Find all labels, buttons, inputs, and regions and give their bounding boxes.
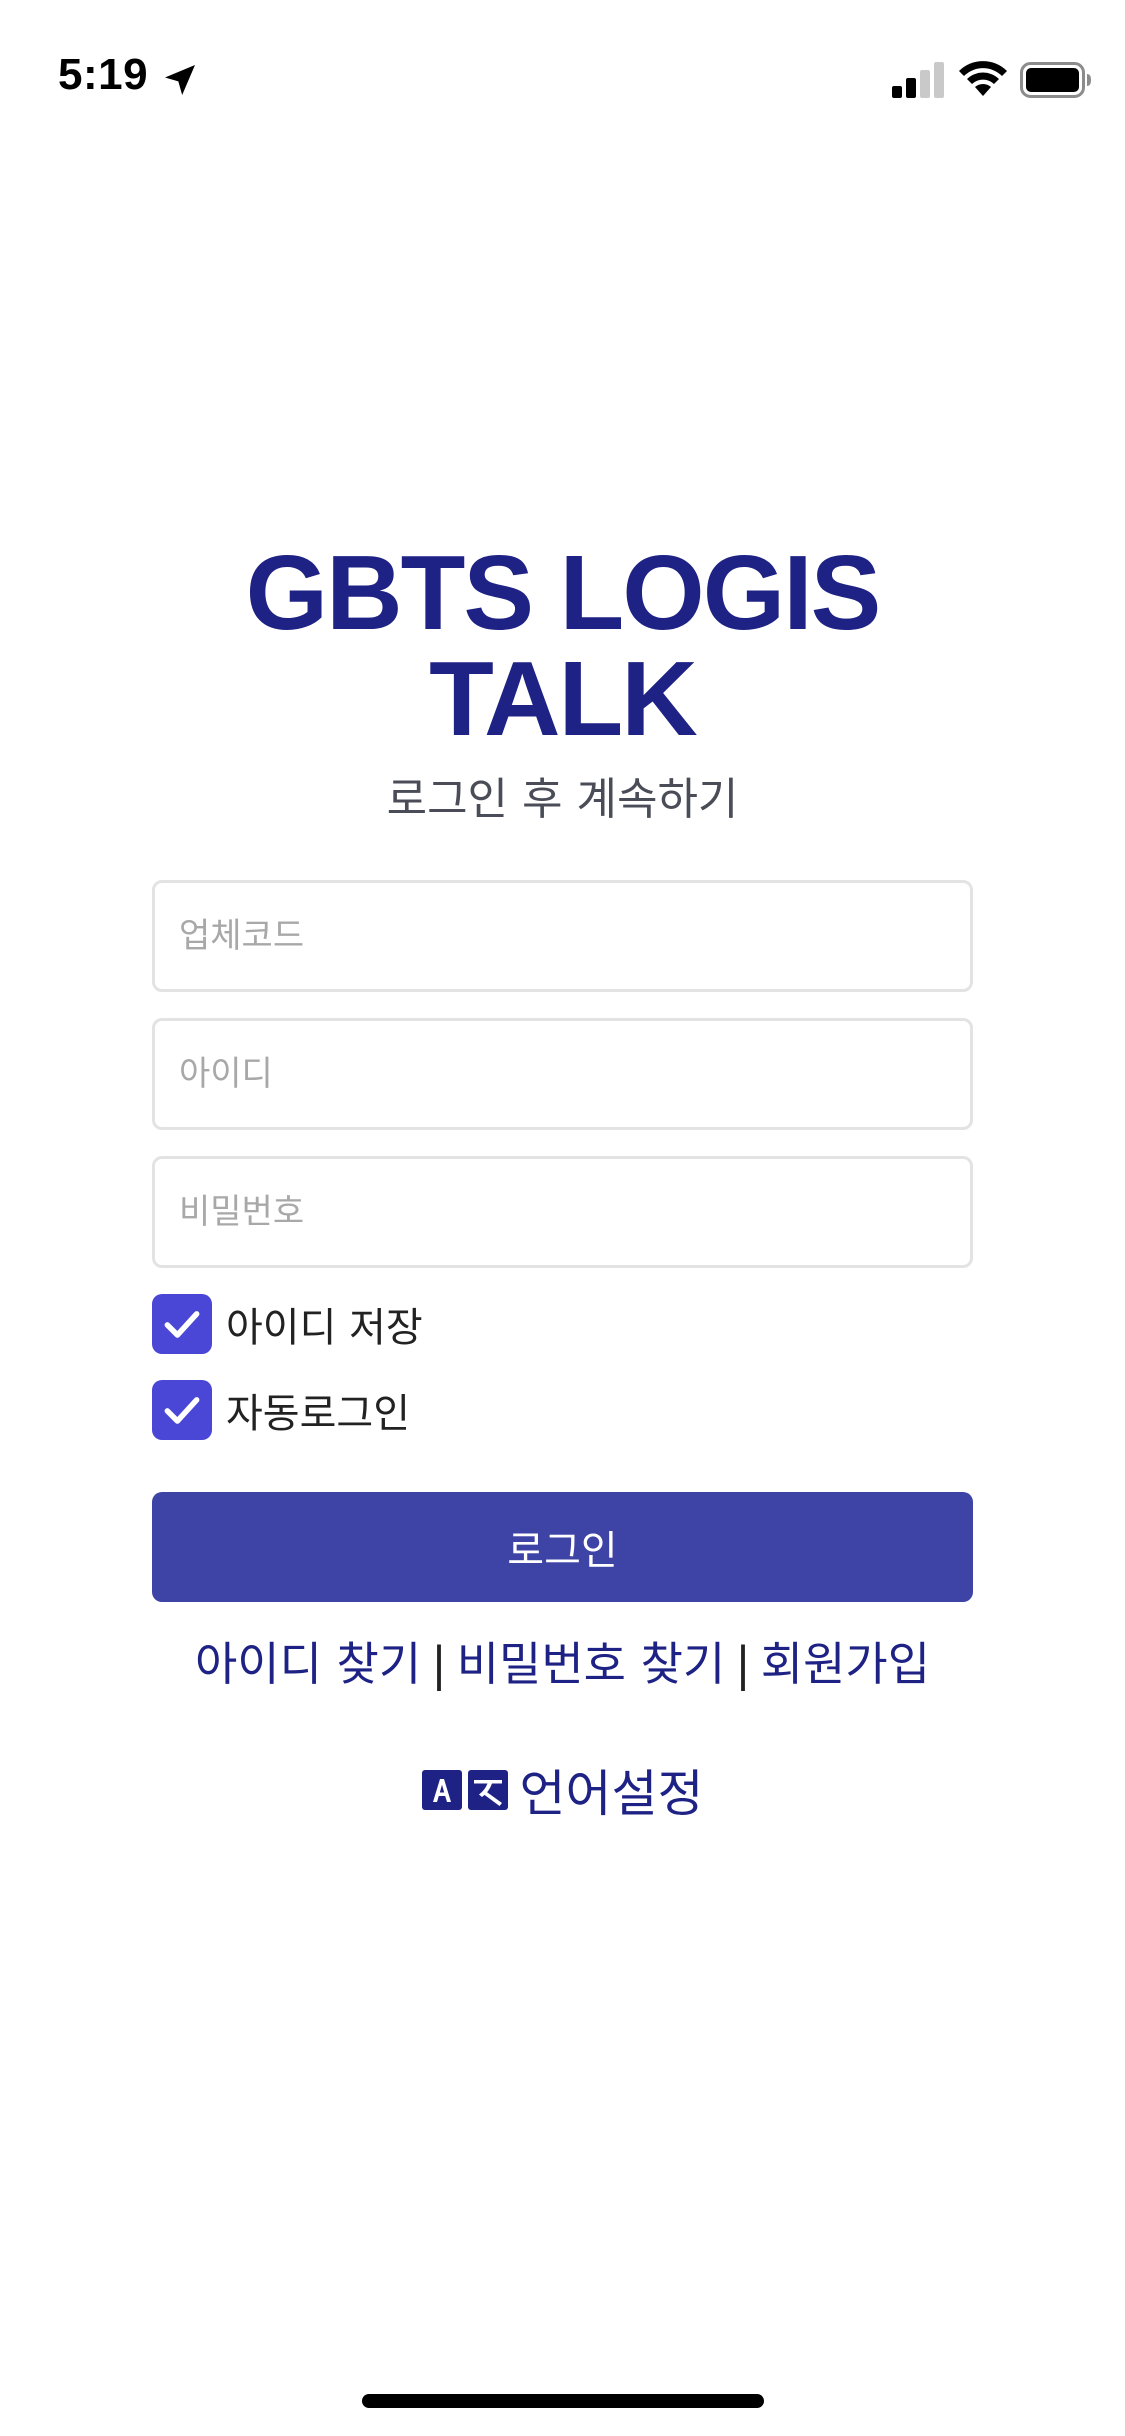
translate-icon	[421, 1770, 508, 1810]
app-title: GBTS LOGIS TALK	[0, 540, 1125, 752]
checkmark-icon	[164, 1311, 200, 1338]
wifi-icon	[959, 61, 1007, 96]
save-id-option[interactable]: 아이디 저장	[152, 1294, 423, 1354]
home-indicator	[362, 2394, 764, 2408]
link-separator: |	[431, 1637, 447, 1691]
auto-login-option[interactable]: 자동로그인	[152, 1380, 410, 1440]
find-password-link[interactable]: 비밀번호 찾기	[457, 1637, 726, 1691]
find-id-link[interactable]: 아이디 찾기	[195, 1637, 421, 1691]
app-title-line1: GBTS LOGIS	[245, 534, 882, 652]
auto-login-label: 자동로그인	[226, 1391, 410, 1437]
language-setting-label[interactable]: 언어설정	[520, 1754, 704, 1826]
status-bar: 5:19	[0, 0, 1125, 150]
company-code-input[interactable]	[152, 880, 973, 992]
app-title-line2: TALK	[429, 640, 698, 758]
link-separator: |	[735, 1637, 751, 1691]
checkmark-icon	[164, 1397, 200, 1424]
save-id-checkbox[interactable]	[152, 1294, 212, 1354]
sign-up-link[interactable]: 회원가입	[761, 1637, 930, 1691]
language-setting[interactable]: 언어설정	[0, 1754, 1125, 1826]
battery-icon	[1020, 62, 1091, 98]
page-subtitle: 로그인 후 계속하기	[386, 774, 739, 825]
login-screen: 5:19 GBTS LOGIS TALK 로그인 후 계속하기 업체코드 아이디…	[0, 0, 1125, 2436]
user-id-input[interactable]	[152, 1018, 973, 1130]
save-id-label: 아이디 저장	[226, 1305, 423, 1351]
status-time: 5:19	[58, 50, 149, 99]
password-input[interactable]	[152, 1156, 973, 1268]
account-links: 아이디 찾기 | 비밀번호 찾기 | 회원가입	[0, 1632, 1125, 1696]
auto-login-checkbox[interactable]	[152, 1380, 212, 1440]
cellular-signal-icon	[892, 62, 944, 98]
location-arrow-icon	[165, 65, 195, 95]
login-button[interactable]: 로그인	[152, 1492, 973, 1602]
